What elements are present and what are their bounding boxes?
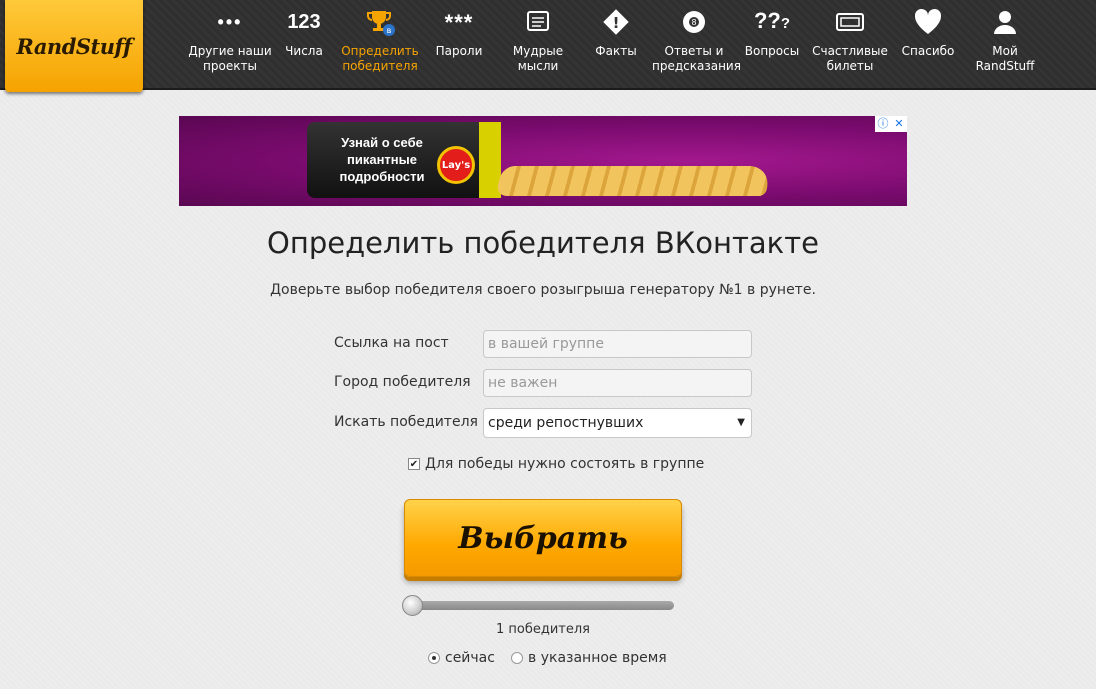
ad-info-icon[interactable]: ⓘ bbox=[875, 116, 891, 132]
more-dots-icon: ••• bbox=[217, 11, 243, 32]
time-now-option[interactable]: сейчас bbox=[428, 650, 495, 666]
scroll-icon bbox=[502, 0, 574, 44]
ad-banner[interactable]: Узнай о себе пикантные подробности Lay's… bbox=[179, 116, 907, 206]
nav-item-facts[interactable]: ! Факты bbox=[584, 0, 648, 90]
numbers-icon: 123 bbox=[287, 10, 321, 33]
time-scheduled-radio[interactable] bbox=[511, 652, 523, 664]
ticket-icon bbox=[808, 0, 892, 44]
fact-icon: ! bbox=[584, 0, 648, 44]
group-member-checkbox-row[interactable]: ✔ Для победы нужно состоять в группе bbox=[408, 456, 704, 472]
nav-item-label: Счастливые билеты bbox=[812, 44, 888, 73]
nav-item-answers[interactable]: 8 Ответы и предсказания bbox=[652, 0, 741, 90]
svg-text:!: ! bbox=[613, 14, 620, 32]
winners-count-slider[interactable] bbox=[406, 601, 674, 610]
time-scheduled-option[interactable]: в указанное время bbox=[511, 650, 667, 666]
search-scope-label: Искать победителя bbox=[334, 414, 478, 430]
ad-text: Узнай о себе пикантные подробности bbox=[339, 135, 425, 184]
winners-count-text: 1 победителя bbox=[495, 622, 590, 637]
nav-item-label: Факты bbox=[595, 44, 637, 58]
nav-item-pick-winner[interactable]: в Определить победителя bbox=[340, 0, 420, 90]
nav-item-other-projects[interactable]: ••• Другие наши проекты bbox=[180, 0, 280, 90]
nav-item-thanks[interactable]: Спасибо bbox=[896, 0, 960, 90]
main-nav: ••• Другие наши проекты 123 Числа в Опре… bbox=[180, 0, 1080, 90]
ad-brand-logo: Lay's bbox=[437, 146, 475, 184]
ad-chips-image bbox=[494, 166, 774, 196]
password-icon: *** bbox=[444, 9, 474, 35]
winner-city-label: Город победителя bbox=[334, 374, 471, 390]
dropdown-arrow-icon: ▼ bbox=[737, 417, 745, 428]
randstuff-logo[interactable]: RandStuff bbox=[5, 0, 143, 92]
pick-winner-button-label: Выбрать bbox=[458, 520, 628, 556]
nav-item-label: Пароли bbox=[435, 44, 483, 58]
search-scope-select[interactable]: среди репостнувших ▼ bbox=[483, 408, 752, 438]
nav-item-my-randstuff[interactable]: Мой RandStuff bbox=[970, 0, 1040, 90]
nav-item-label: Числа bbox=[285, 44, 323, 58]
ad-controls: ⓘ ✕ bbox=[875, 116, 907, 132]
winners-count-slider-handle[interactable] bbox=[402, 595, 423, 616]
time-now-label: сейчас bbox=[445, 650, 495, 666]
svg-text:в: в bbox=[387, 26, 392, 35]
time-now-radio[interactable] bbox=[428, 652, 440, 664]
heart-icon bbox=[896, 0, 960, 44]
nav-item-label: Спасибо bbox=[901, 44, 955, 58]
post-link-label: Ссылка на пост bbox=[334, 335, 449, 351]
time-scheduled-label: в указанное время bbox=[528, 650, 667, 666]
logo-text: RandStuff bbox=[16, 33, 132, 59]
nav-item-label: Мудрые мысли bbox=[512, 44, 564, 73]
group-member-checkbox[interactable]: ✔ bbox=[408, 458, 420, 470]
nav-item-label: Определить победителя bbox=[341, 44, 419, 73]
ad-close-icon[interactable]: ✕ bbox=[891, 116, 907, 132]
page-subtitle: Доверьте выбор победителя своего розыгры… bbox=[270, 282, 816, 298]
nav-item-lucky-tickets[interactable]: Счастливые билеты bbox=[808, 0, 892, 90]
post-link-input[interactable] bbox=[483, 330, 752, 358]
user-icon bbox=[970, 0, 1040, 44]
group-member-checkbox-label: Для победы нужно состоять в группе bbox=[425, 456, 705, 472]
nav-item-label: Ответы и предсказания bbox=[652, 44, 741, 73]
eight-ball-icon: 8 bbox=[652, 0, 736, 44]
svg-text:8: 8 bbox=[691, 18, 696, 27]
questions-icon: ??? bbox=[753, 8, 791, 33]
nav-item-questions[interactable]: ??? Вопросы bbox=[740, 0, 804, 90]
nav-item-label: Вопросы bbox=[744, 44, 800, 58]
search-scope-value: среди репостнувших bbox=[488, 415, 644, 431]
nav-item-label: Мой RandStuff bbox=[975, 44, 1035, 73]
nav-item-wise-thoughts[interactable]: Мудрые мысли bbox=[502, 0, 574, 90]
nav-item-passwords[interactable]: *** Пароли bbox=[426, 0, 492, 90]
nav-item-numbers[interactable]: 123 Числа bbox=[276, 0, 332, 90]
pick-winner-button[interactable]: Выбрать bbox=[404, 499, 682, 577]
nav-item-label: Другие наши проекты bbox=[188, 44, 272, 73]
page-title: Определить победителя ВКонтакте bbox=[267, 226, 819, 260]
trophy-icon: в bbox=[340, 0, 420, 44]
winner-city-input[interactable] bbox=[483, 369, 752, 397]
top-navigation-bar: RandStuff ••• Другие наши проекты 123 Чи… bbox=[0, 0, 1096, 92]
